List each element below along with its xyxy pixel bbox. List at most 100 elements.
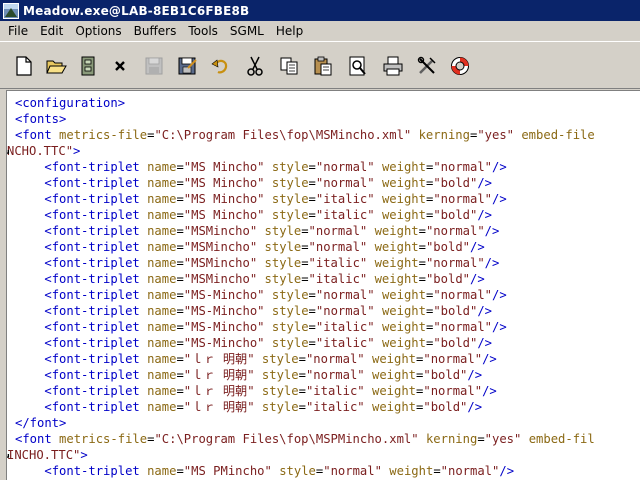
code-token: "MS Mincho"	[183, 176, 265, 190]
code-token: <fonts>	[15, 112, 67, 126]
code-token: "MSMincho"	[183, 256, 258, 270]
editor-buffer[interactable]: <configuration> <fonts> <font metrics-file…	[6, 90, 640, 480]
print-button[interactable]	[380, 53, 406, 79]
code-token: name	[147, 464, 177, 478]
code-line: <font-triplet name="MS Mincho" style="it…	[15, 191, 595, 207]
menu-buffers[interactable]: Buffers	[128, 21, 183, 41]
code-token: kerning	[425, 432, 478, 446]
save-as-button[interactable]	[174, 53, 200, 79]
code-token: weight	[371, 400, 417, 414]
code-token: name	[147, 224, 177, 238]
code-token: weight	[389, 464, 434, 478]
code-token: "normal"	[433, 320, 493, 334]
code-token: name	[147, 368, 177, 382]
code-token: name	[147, 176, 177, 190]
undo-button[interactable]	[208, 53, 234, 79]
code-token: "normal"	[425, 256, 485, 270]
code-token: "normal"	[323, 464, 382, 478]
search-button[interactable]	[345, 53, 371, 79]
code-token: =	[308, 208, 316, 222]
open-button[interactable]	[43, 53, 69, 79]
code-token: "ｌｒ 明朝"	[183, 352, 255, 366]
help-button[interactable]	[447, 53, 473, 79]
customize-button[interactable]	[414, 53, 440, 79]
code-token: style	[271, 288, 309, 302]
code-line: <font-triplet name="MSMincho" style="nor…	[15, 239, 595, 255]
dired-button[interactable]	[75, 53, 101, 79]
code-token: "bold"	[423, 368, 468, 382]
code-line: <font-triplet name="MS-Mincho" style="no…	[15, 287, 595, 303]
copy-button[interactable]	[276, 53, 302, 79]
menu-file[interactable]: File	[0, 21, 34, 41]
code-line: <font-triplet name="MS Mincho" style="it…	[15, 207, 595, 223]
code-token: weight	[381, 336, 426, 350]
code-token: weight	[381, 160, 426, 174]
code-token: =	[298, 352, 306, 366]
menu-sgml[interactable]: SGML	[224, 21, 270, 41]
code-token: "bold"	[425, 240, 470, 254]
code-token: =	[308, 192, 316, 206]
code-token: =	[176, 304, 184, 318]
help-lifebuoy-icon	[451, 57, 469, 75]
menu-help[interactable]: Help	[270, 21, 309, 41]
code-token: name	[147, 304, 177, 318]
code-token: "MS Mincho"	[183, 192, 265, 206]
code-token: metrics-file	[59, 432, 148, 446]
code-token: "italic"	[305, 400, 365, 414]
code-token: <font-triplet	[44, 336, 148, 350]
code-token: =	[176, 256, 184, 270]
code-token: "normal"	[423, 384, 483, 398]
code-token: weight	[381, 288, 426, 302]
code-line: <font-triplet name="MSMincho" style="ita…	[15, 271, 595, 287]
save-button[interactable]	[141, 53, 167, 79]
code-token: "normal"	[315, 176, 375, 190]
code-token: =	[176, 352, 184, 366]
cut-button[interactable]	[242, 53, 268, 79]
code-token: />	[484, 224, 500, 238]
code-token: <font-triplet	[44, 288, 148, 302]
code-token: />	[499, 464, 515, 478]
kill-buffer-button[interactable]	[107, 53, 133, 79]
search-icon	[349, 56, 366, 76]
code-token: INCHO.TTC"	[7, 448, 81, 462]
title-bar[interactable]: Meadow.exe@LAB-8EB1C6FBE8B	[0, 0, 640, 21]
code-token: <font-triplet	[44, 192, 148, 206]
code-token: "normal"	[305, 368, 365, 382]
code-token: "MS Mincho"	[183, 208, 265, 222]
code-token: "normal"	[308, 240, 368, 254]
code-line: <font-triplet name="MSMincho" style="ita…	[15, 255, 595, 271]
code-token: =	[308, 336, 316, 350]
code-token: =	[308, 176, 316, 190]
menu-options[interactable]: Options	[69, 21, 127, 41]
paste-button[interactable]	[310, 53, 336, 79]
close-icon	[115, 61, 125, 71]
code-token: <font-triplet	[44, 384, 148, 398]
code-token: name	[147, 192, 177, 206]
code-token: style	[264, 240, 302, 254]
code-token: "yes"	[484, 432, 522, 446]
new-file-button[interactable]	[11, 53, 37, 79]
code-line: <font-triplet name="ｌｒ 明朝" style="italic…	[15, 383, 595, 399]
code-token: name	[147, 384, 177, 398]
code-token: "bold"	[425, 272, 470, 286]
code-line: <font-triplet name="MS-Mincho" style="it…	[15, 319, 595, 335]
app-icon[interactable]	[3, 2, 19, 19]
menu-edit[interactable]: Edit	[34, 21, 69, 41]
code-token: name	[147, 288, 177, 302]
code-token: />	[492, 288, 507, 302]
menu-tools[interactable]: Tools	[182, 21, 224, 41]
